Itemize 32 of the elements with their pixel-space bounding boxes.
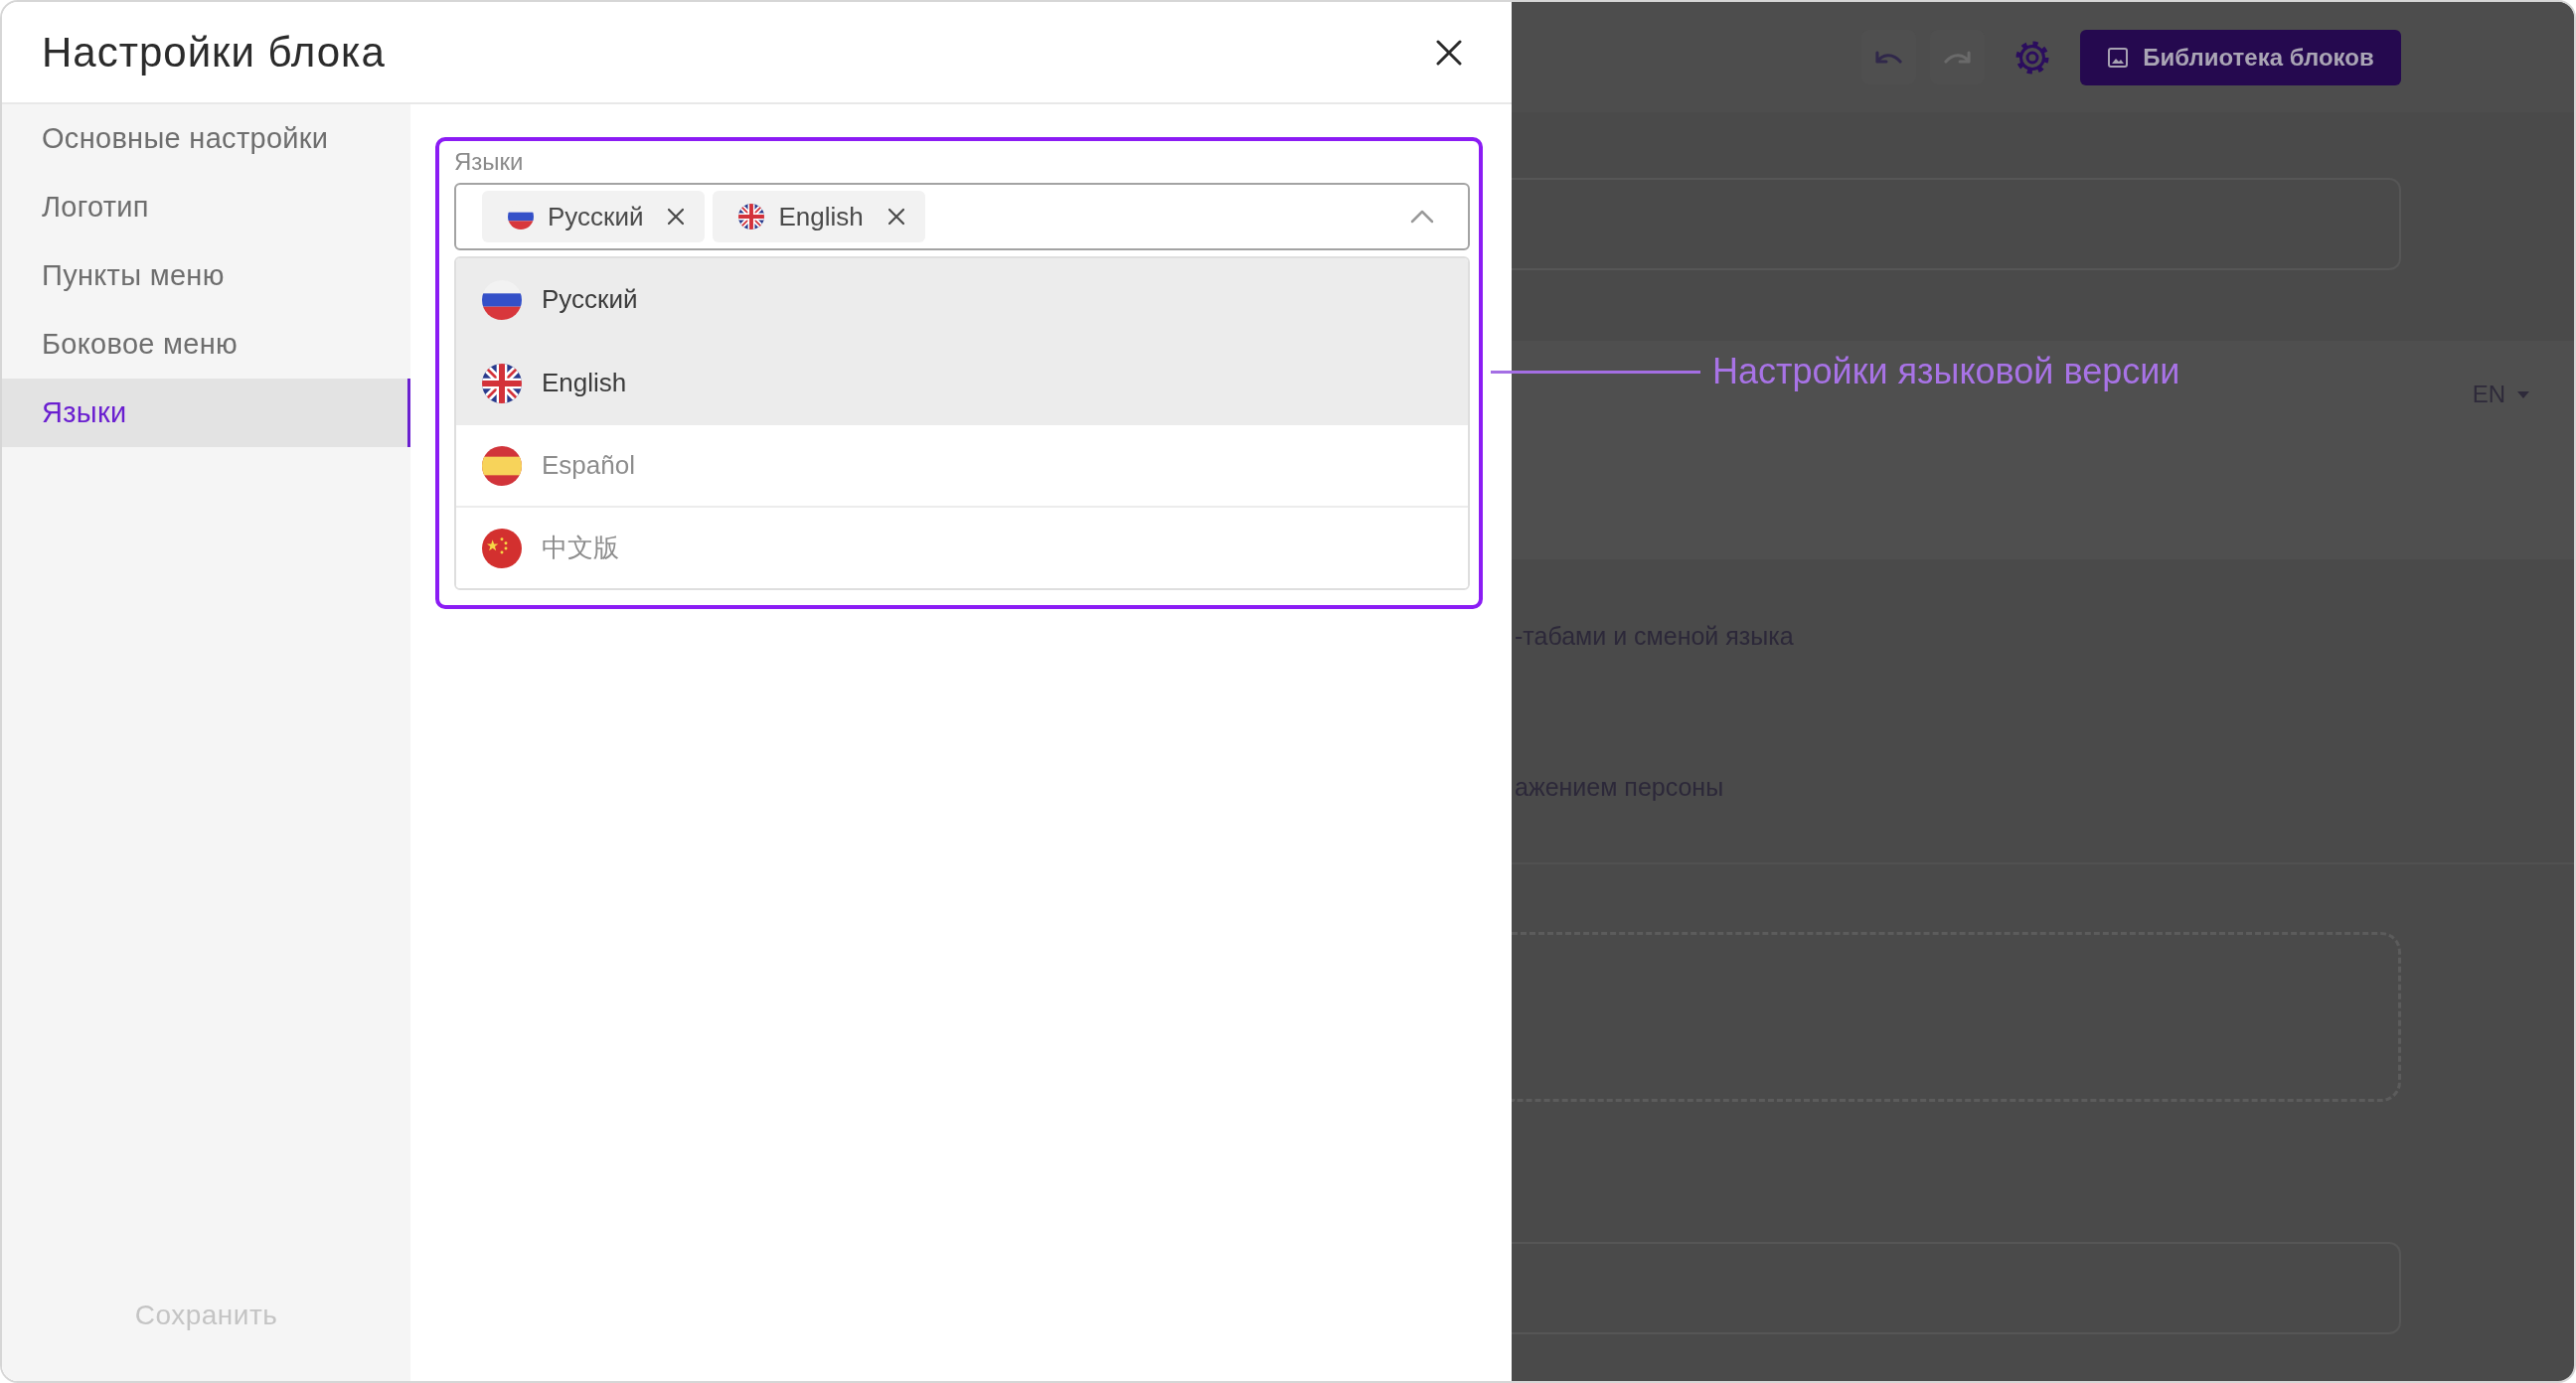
close-icon[interactable] (1436, 39, 1462, 66)
language-select[interactable]: Русский English (454, 183, 1470, 250)
close-icon[interactable] (886, 208, 905, 226)
sidebar-item[interactable]: Логотип (2, 173, 410, 241)
sidebar-item[interactable]: Пункты меню (2, 241, 410, 310)
caret-icon (2517, 390, 2529, 398)
undo-icon (1875, 51, 1902, 64)
chip-label: Русский (548, 201, 644, 232)
close-icon[interactable] (667, 208, 686, 226)
sidebar-item[interactable]: Языки (2, 379, 410, 447)
settings-icon[interactable] (2014, 39, 2050, 76)
input-field[interactable] (1512, 1242, 2401, 1334)
field-label: Языки (454, 147, 525, 177)
image-icon (2107, 46, 2130, 69)
russian-flag-icon (482, 279, 522, 320)
modal-title: Настройки блока (42, 28, 386, 77)
dashed-drop-area[interactable] (1512, 932, 2401, 1102)
dropdown-option[interactable]: English (456, 341, 1468, 423)
chevron-up-icon[interactable] (1410, 210, 1434, 224)
sidebar-item[interactable]: Боковое меню (2, 310, 410, 379)
input-field[interactable] (1512, 178, 2401, 270)
sidebar-item[interactable]: Основные настройки (2, 104, 410, 173)
british-flag-icon (482, 363, 522, 403)
annotation-label: Настройки языковой версии (1712, 350, 2180, 393)
dropdown-option[interactable]: 中文版 (456, 506, 1468, 588)
british-flag-icon (738, 204, 765, 230)
spanish-flag-icon (482, 445, 522, 486)
chip-label: English (778, 201, 864, 232)
chinese-flag-icon (482, 528, 522, 568)
dropdown-option[interactable]: Русский (456, 258, 1468, 341)
block-library-button[interactable]: Библиотека блоков (2080, 29, 2401, 85)
redo-icon (1944, 51, 1971, 64)
